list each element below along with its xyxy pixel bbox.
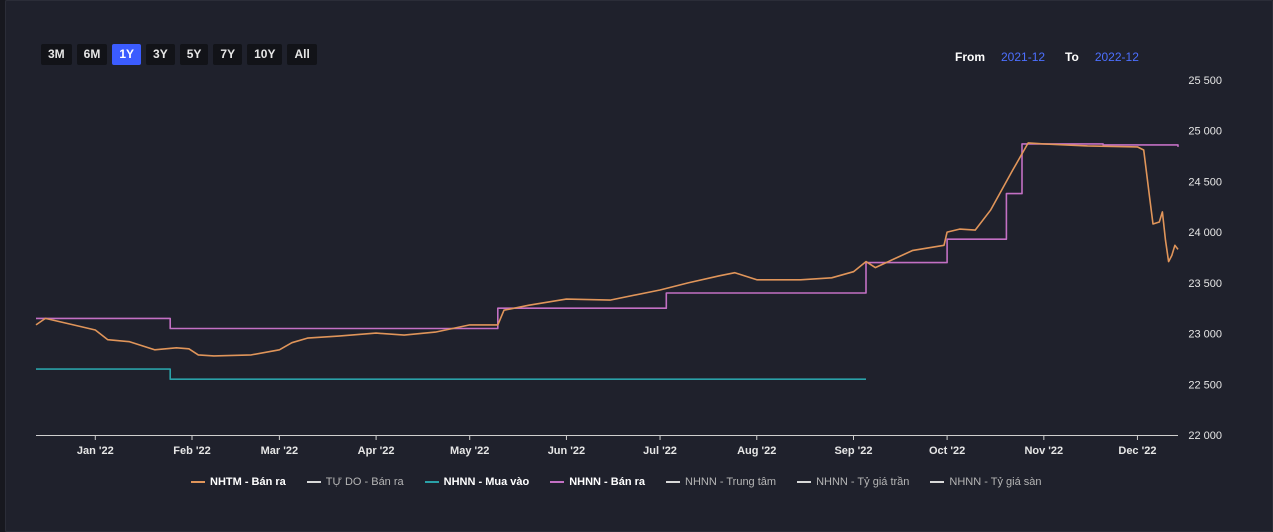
legend-swatch-icon: [424, 481, 439, 483]
x-tick-label: Jun '22: [548, 445, 585, 457]
x-tick-label: Sep '22: [834, 445, 872, 457]
legend-item-6[interactable]: NHNN - Tỷ giá sàn: [930, 476, 1042, 488]
y-tick-label: 25 000: [1188, 126, 1222, 138]
legend-item-0[interactable]: NHTM - Bán ra: [191, 476, 286, 488]
y-tick-label: 22 000: [1188, 430, 1222, 442]
legend-label: NHTM - Bán ra: [210, 476, 286, 488]
x-tick-label: Dec '22: [1118, 445, 1156, 457]
legend-swatch-icon: [666, 481, 680, 483]
legend-swatch-icon: [306, 481, 321, 483]
legend: NHTM - Bán ra TỰ DO - Bán ra NHNN - Mua và…: [191, 476, 1042, 488]
legend-item-1[interactable]: TỰ DO - Bán ra: [306, 476, 404, 488]
legend-label: NHNN - Trung tâm: [685, 476, 777, 488]
legend-label: TỰ DO - Bán ra: [325, 476, 404, 488]
x-tick-label: Jan '22: [77, 445, 114, 457]
series-line-0: [35, 142, 1179, 357]
x-tick-label: Nov '22: [1024, 445, 1063, 457]
x-tick-label: Oct '22: [929, 445, 965, 457]
x-tick-label: Feb '22: [173, 445, 210, 457]
line-chart: 22 000 22 500 23 000 23 500 24 000 24 500 25 0…: [35, 75, 1222, 457]
x-tick-label: Mar '22: [261, 445, 298, 457]
legend-label: NHNN - Bán ra: [569, 476, 645, 488]
series-line-2: [36, 368, 866, 380]
x-tick-label: Jul '22: [643, 445, 677, 457]
x-tick-label: Aug '22: [737, 445, 776, 457]
legend-swatch-icon: [550, 481, 565, 483]
y-tick-label: 22 500: [1188, 379, 1222, 391]
x-tick-label: Apr '22: [358, 445, 395, 457]
legend-swatch-icon: [191, 481, 205, 483]
legend-item-2[interactable]: NHNN - Mua vào: [424, 476, 530, 488]
y-tick-label: 25 500: [1188, 75, 1222, 87]
y-tick-label: 23 500: [1188, 278, 1222, 290]
legend-label: NHNN - Tỷ giá trần: [816, 476, 910, 488]
legend-item-4[interactable]: NHNN - Trung tâm: [666, 476, 776, 488]
legend-swatch-icon: [797, 481, 812, 483]
legend-swatch-icon: [930, 481, 945, 483]
y-tick-label: 24 500: [1188, 176, 1222, 188]
y-tick-label: 23 000: [1188, 329, 1222, 341]
legend-item-5[interactable]: NHNN - Tỷ giá trần: [797, 476, 909, 488]
x-tick-label: May '22: [450, 445, 489, 457]
y-tick-label: 24 000: [1188, 227, 1222, 239]
legend-item-3[interactable]: NHNN - Bán ra: [550, 476, 645, 488]
legend-label: NHNN - Tỷ giá sàn: [949, 476, 1042, 488]
legend-label: NHNN - Mua vào: [443, 476, 530, 488]
